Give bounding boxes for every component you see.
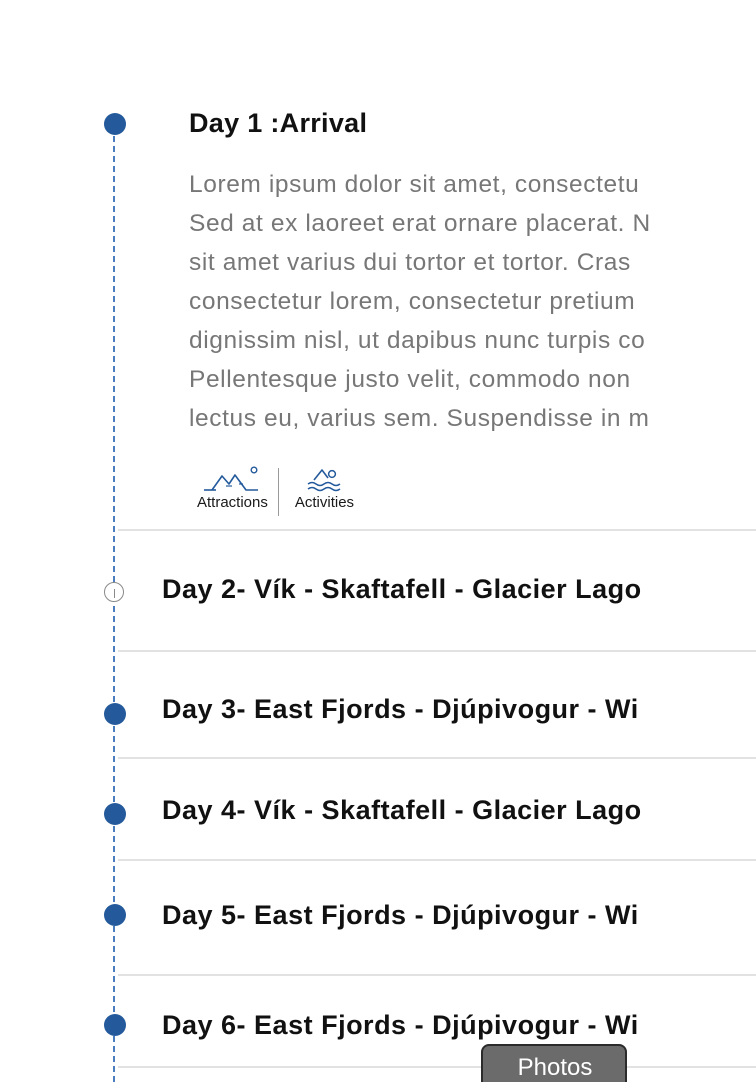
divider bbox=[118, 757, 756, 759]
attractions-label: Attractions bbox=[197, 494, 268, 511]
swimmer-icon bbox=[308, 469, 341, 492]
info-icon bbox=[104, 582, 124, 602]
day-5-title[interactable]: Day 5- East Fjords - Djúpivogur - Wi bbox=[162, 900, 639, 931]
day-1-categories: Attractions Activities bbox=[197, 466, 354, 516]
category-separator bbox=[277, 468, 279, 516]
description-line: Pellentesque justo velit, commodo non bbox=[189, 366, 631, 393]
timeline-dot-day-4 bbox=[104, 803, 126, 825]
timeline-dot-day-6 bbox=[104, 1014, 126, 1036]
day-3-title[interactable]: Day 3- East Fjords - Djúpivogur - Wi bbox=[162, 694, 639, 725]
divider bbox=[118, 529, 756, 531]
itinerary-page: Day 1 :Arrival Lorem ipsum dolor sit ame… bbox=[0, 0, 756, 1082]
description-line: Lorem ipsum dolor sit amet, consectetu bbox=[189, 171, 640, 198]
divider bbox=[118, 1066, 756, 1068]
description-line: dignissim nisl, ut dapibus nunc turpis c… bbox=[189, 327, 646, 354]
description-line: lectus eu, varius sem. Suspendisse in m bbox=[189, 405, 650, 432]
photos-button[interactable]: Photos bbox=[481, 1044, 627, 1082]
day-1-title[interactable]: Day 1 :Arrival bbox=[189, 108, 367, 139]
mountains-icon bbox=[204, 466, 259, 491]
divider bbox=[118, 650, 756, 652]
day-4-title[interactable]: Day 4- Vík - Skaftafell - Glacier Lago bbox=[162, 795, 642, 826]
timeline-dot-day-3 bbox=[104, 703, 126, 725]
activities-label: Activities bbox=[294, 494, 355, 511]
timeline-line bbox=[113, 136, 115, 1082]
activities-category[interactable]: Activities bbox=[295, 466, 354, 511]
divider bbox=[118, 974, 756, 976]
day-6-title[interactable]: Day 6- East Fjords - Djúpivogur - Wi bbox=[162, 1010, 639, 1041]
attractions-category[interactable]: Attractions bbox=[197, 466, 268, 511]
day-2-title[interactable]: Day 2- Vík - Skaftafell - Glacier Lago bbox=[162, 574, 642, 605]
divider bbox=[118, 859, 756, 861]
description-line: consectetur lorem, consectetur pretium bbox=[189, 288, 636, 315]
timeline-dot-day-1 bbox=[104, 113, 126, 135]
description-line: Sed at ex laoreet erat ornare placerat. … bbox=[189, 210, 651, 237]
description-line: sit amet varius dui tortor et tortor. Cr… bbox=[189, 249, 631, 276]
timeline-dot-day-5 bbox=[104, 904, 126, 926]
day-1-description: Lorem ipsum dolor sit amet, consectetu S… bbox=[189, 165, 756, 438]
